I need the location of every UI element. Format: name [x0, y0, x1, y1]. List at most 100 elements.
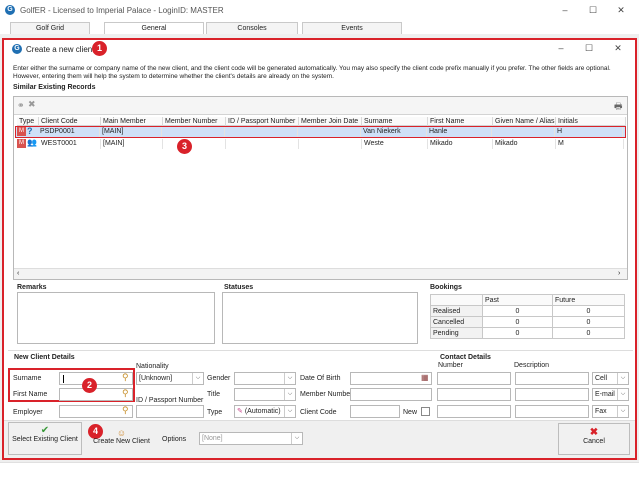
contact-type-value: Cell: [595, 375, 608, 382]
row-member-number: [162, 127, 225, 137]
scroll-right-icon[interactable]: ›: [618, 270, 620, 277]
table-row[interactable]: M ? PSDP0001 [MAIN] Van Niekerk Hanle H: [15, 126, 626, 138]
row-surname: Weste: [362, 139, 428, 149]
unlink-icon[interactable]: ✖: [28, 99, 36, 110]
new-client-heading: New Client Details: [14, 354, 75, 361]
remarks-box[interactable]: [17, 292, 215, 344]
table-row[interactable]: M 👥 WEST0001 [MAIN] Weste Mikado Mikado …: [17, 138, 626, 149]
bookings-row-label: Realised: [430, 305, 483, 317]
col-member-number[interactable]: Member Number: [163, 117, 226, 126]
contact-description-input-2[interactable]: [515, 388, 589, 401]
app-close-button[interactable]: ✕: [608, 0, 634, 20]
bookings-past-value: 0: [482, 305, 553, 317]
create-new-client-button[interactable]: ☺ Create New Client: [86, 424, 157, 455]
col-initials[interactable]: Initials: [556, 117, 626, 126]
scroll-left-icon[interactable]: ‹: [17, 270, 19, 277]
title-label: Title: [207, 391, 220, 398]
type-select[interactable]: ✎ (Automatic) ⌵: [234, 405, 296, 418]
tab-general[interactable]: General: [104, 22, 204, 34]
link-icon[interactable]: ⚭: [17, 100, 25, 111]
statuses-heading: Statuses: [224, 284, 254, 291]
dob-input[interactable]: ▦: [350, 372, 432, 385]
badge-3: 3: [177, 139, 192, 154]
contact-type-select-2[interactable]: E-mail ⌵: [592, 388, 629, 401]
col-surname[interactable]: Surname: [362, 117, 428, 126]
bookings-future-value: 0: [552, 305, 625, 317]
app-maximize-button[interactable]: ☐: [580, 0, 606, 20]
cancel-label: Cancel: [583, 438, 605, 445]
app-logo-icon: G: [5, 5, 15, 15]
print-icon[interactable]: 🖶: [614, 99, 623, 115]
row-surname: Van Niekerk: [361, 127, 427, 137]
select-existing-client-button[interactable]: ✔ Select Existing Client: [8, 422, 82, 455]
employer-input[interactable]: ⚲: [59, 405, 133, 418]
col-client-code[interactable]: Client Code: [39, 117, 101, 126]
grid-toolbar: ⚭ ✖ 🖶: [14, 97, 627, 115]
contact-number-input-2[interactable]: [437, 388, 511, 401]
search-icon[interactable]: ⚲: [122, 405, 129, 416]
id-passport-input[interactable]: [136, 405, 204, 418]
client-code-input[interactable]: [350, 405, 400, 418]
new-label: New: [403, 409, 418, 416]
contact-number-input-3[interactable]: [437, 405, 511, 418]
calendar-icon[interactable]: ▦: [421, 373, 429, 382]
chevron-down-icon: ⌵: [192, 373, 203, 384]
bookings-col-future: Future: [552, 294, 625, 306]
col-member-join-date[interactable]: Member Join Date: [299, 117, 362, 126]
col-main-member[interactable]: Main Member: [101, 117, 163, 126]
statuses-box[interactable]: [222, 292, 418, 344]
new-checkbox[interactable]: [421, 407, 430, 416]
type-label: Type: [207, 409, 223, 416]
member-number-label: Member Number: [300, 391, 353, 398]
grid-horizontal-scrollbar[interactable]: ‹ ›: [14, 268, 627, 279]
tab-events[interactable]: Events: [302, 22, 402, 34]
chevron-down-icon: ⌵: [617, 373, 628, 384]
tab-golf-grid[interactable]: Golf Grid: [10, 22, 90, 34]
search-icon[interactable]: ⚲: [122, 388, 129, 399]
first-name-input[interactable]: ⚲: [59, 388, 133, 401]
row-join-date: [299, 139, 362, 149]
title-select[interactable]: ⌵: [234, 388, 296, 401]
gender-select[interactable]: ⌵: [234, 372, 296, 385]
gender-label: Gender: [207, 375, 231, 382]
contact-number-label: Number: [438, 362, 463, 369]
status-strip: [0, 462, 639, 497]
chevron-down-icon: ⌵: [284, 389, 295, 400]
bookings-corner: [430, 294, 483, 306]
options-value: [None]: [202, 435, 223, 442]
cancel-button[interactable]: ✖ Cancel: [558, 423, 630, 455]
check-icon: ✔: [40, 425, 50, 436]
col-given-name[interactable]: Given Name / Alias: [493, 117, 556, 126]
first-name-label: First Name: [13, 391, 48, 398]
nationality-label: Nationality: [136, 363, 169, 370]
dialog-minimize-button[interactable]: –: [548, 38, 574, 58]
contact-type-select-1[interactable]: Cell ⌵: [592, 372, 629, 385]
contact-type-select-3[interactable]: Fax ⌵: [592, 405, 629, 418]
member-number-input[interactable]: [350, 388, 432, 401]
contact-number-input-1[interactable]: [437, 372, 511, 385]
tab-consoles[interactable]: Consoles: [206, 22, 298, 34]
col-first-name[interactable]: First Name: [428, 117, 493, 126]
options-select[interactable]: [None] ⌵: [199, 432, 303, 445]
contact-description-input-3[interactable]: [515, 405, 589, 418]
row-main-member: [MAIN]: [101, 139, 163, 149]
contact-description-input-1[interactable]: [515, 372, 589, 385]
type-value: (Automatic): [244, 408, 281, 415]
row-given-name: [492, 127, 555, 137]
dob-label: Date Of Birth: [300, 375, 341, 382]
employer-label: Employer: [13, 409, 43, 416]
app-minimize-button[interactable]: –: [552, 0, 578, 20]
dialog-maximize-button[interactable]: ☐: [576, 38, 602, 58]
add-user-icon: ☺: [116, 428, 127, 438]
chevron-down-icon: ⌵: [617, 406, 628, 417]
row-first-name: Mikado: [428, 139, 493, 149]
dialog-close-button[interactable]: ✕: [605, 38, 631, 58]
search-icon[interactable]: ⚲: [122, 372, 129, 383]
dialog-logo-icon: G: [12, 44, 22, 54]
bookings-past-value: 0: [482, 327, 553, 339]
nationality-select[interactable]: [Unknown] ⌵: [136, 372, 204, 385]
row-id-number: [225, 127, 298, 137]
col-type[interactable]: Type: [17, 117, 39, 126]
col-id-passport[interactable]: ID / Passport Number: [226, 117, 299, 126]
bookings-heading: Bookings: [430, 284, 462, 291]
